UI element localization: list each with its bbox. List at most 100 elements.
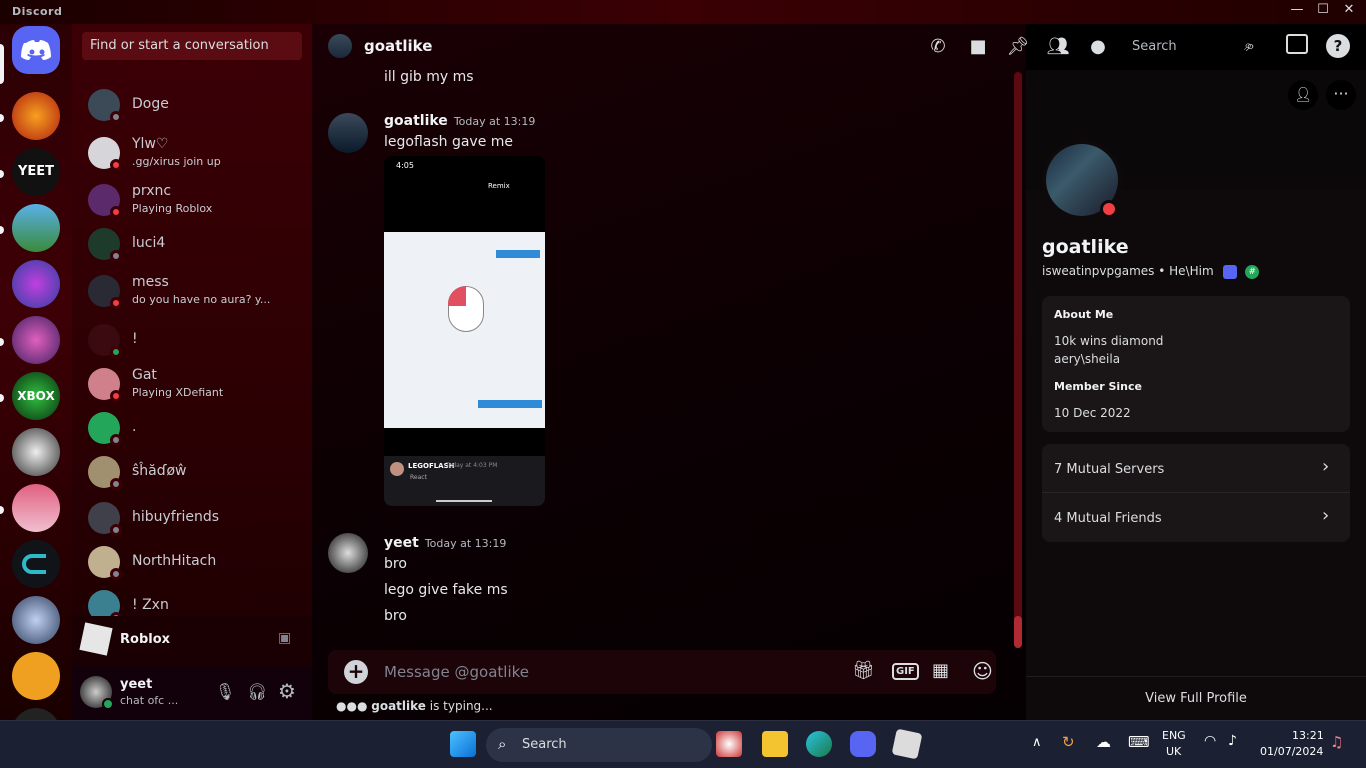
add-attachment-plus-icon[interactable]: + — [344, 660, 368, 684]
wifi-icon[interactable]: ◠ — [1204, 733, 1216, 749]
typing-suffix: is typing... — [429, 699, 493, 713]
roblox-taskbar-icon[interactable] — [891, 728, 923, 760]
message-composer: + Message @goatlike 🎁︎ GIF ▦ ☺ — [328, 650, 996, 694]
server-icon-mask[interactable] — [12, 428, 60, 476]
hashtag-badge-icon[interactable]: # — [1245, 264, 1260, 279]
dm-name: Doge — [132, 96, 169, 112]
dm-item[interactable]: Ylw♡ .gg/xirus join up — [80, 132, 304, 174]
gift-icon[interactable]: 🎁︎ — [852, 660, 875, 681]
server-icon-badge[interactable] — [12, 260, 60, 308]
more-options-icon[interactable]: ··· — [1326, 80, 1356, 110]
server-icon-pinkhouse[interactable] — [12, 484, 60, 532]
dm-item[interactable]: luci4 — [80, 223, 304, 265]
server-icon-emoji[interactable] — [12, 652, 60, 700]
taskbar-search[interactable]: ⌕ Search — [486, 728, 712, 762]
dm-item[interactable]: prxnc Playing Roblox — [80, 179, 304, 221]
status-dnd-icon — [110, 206, 122, 218]
search-icon[interactable]: ⌕ — [1246, 36, 1255, 56]
dm-item[interactable]: hibuyfriends — [80, 497, 304, 539]
chevron-right-icon: › — [1322, 505, 1330, 526]
sync-icon[interactable]: ↻ — [1062, 733, 1075, 751]
mutual-servers-row[interactable]: 7 Mutual Servers › — [1042, 444, 1350, 493]
title-bar: Discord — ☐ ✕ — [0, 0, 1366, 24]
server-icon-kirby[interactable] — [12, 204, 60, 252]
message-author[interactable]: goatlike — [384, 113, 448, 129]
sticker-icon[interactable]: ▦ — [932, 660, 949, 681]
nitro-badge-icon[interactable] — [1223, 264, 1238, 279]
screen-share-icon[interactable]: ▣ — [278, 630, 291, 646]
help-icon[interactable]: ? — [1326, 34, 1350, 58]
dm-item[interactable]: NorthHitach — [80, 541, 304, 583]
chevron-up-icon[interactable]: ∧ — [1032, 735, 1042, 750]
member-since-title: Member Since — [1054, 380, 1142, 393]
server-icon-yeet[interactable]: YEET — [12, 148, 60, 196]
activity-label: Roblox — [120, 632, 171, 647]
unread-pill — [0, 226, 4, 234]
keyboard-icon[interactable]: ⌨ — [1128, 733, 1150, 751]
unread-pill — [0, 170, 4, 178]
view-full-profile-button[interactable]: View Full Profile — [1026, 676, 1366, 720]
settings-gear-icon[interactable]: ⚙ — [278, 679, 296, 703]
home-discord-icon[interactable] — [12, 26, 60, 74]
microphone-icon[interactable]: 🎙︎ — [215, 682, 235, 701]
discord-taskbar-icon[interactable] — [850, 731, 876, 757]
video-call-icon[interactable]: ■ — [966, 36, 990, 58]
clicker-app-icon[interactable] — [716, 731, 742, 757]
dm-item[interactable]: ! — [80, 319, 304, 361]
clock-time[interactable]: 13:21 — [1292, 729, 1324, 742]
image-attachment[interactable]: 4:05 Remix LEGOFLASH Today at 4:03 PM Re… — [384, 156, 545, 506]
phone-time: 4:05 — [396, 161, 414, 170]
dm-name: Gat — [132, 367, 157, 383]
gif-button[interactable]: GIF — [892, 663, 919, 680]
server-icon-fire[interactable] — [12, 92, 60, 140]
message-text: legoflash gave me — [384, 134, 514, 150]
member-since-date: 10 Dec 2022 — [1054, 406, 1131, 420]
add-friends-icon[interactable]: 👥︎ — [1046, 36, 1070, 58]
cloud-icon[interactable]: ☁ — [1096, 733, 1111, 751]
scrollbar-thumb[interactable] — [1014, 616, 1022, 648]
headphones-icon[interactable]: 🎧︎ — [247, 682, 267, 701]
clock-date[interactable]: 01/07/2024 — [1260, 745, 1323, 758]
remix-label: Remix — [488, 182, 510, 190]
language-region[interactable]: UK — [1166, 745, 1181, 758]
dm-item[interactable]: mess do you have no aura? y... — [80, 270, 304, 312]
scrollbar-track[interactable] — [1014, 72, 1022, 648]
close-button[interactable]: ✕ — [1332, 2, 1366, 17]
add-friend-icon[interactable]: 👤︎ — [1288, 80, 1318, 110]
start-windows-icon[interactable] — [450, 731, 476, 757]
mutual-friends-row[interactable]: 4 Mutual Friends › — [1042, 493, 1350, 542]
dm-item[interactable]: ! Zxn — [80, 585, 304, 616]
edge-browser-icon[interactable] — [806, 731, 832, 757]
footer-avatar — [390, 462, 404, 476]
message-avatar[interactable] — [328, 533, 368, 573]
dm-item[interactable]: . — [80, 407, 304, 449]
dm-item[interactable]: Gat Playing XDefiant — [80, 363, 304, 405]
server-icon-voice[interactable] — [12, 596, 60, 644]
chat-area: goatlike ✆ ■ 📌︎ 👥︎ ● Search ⌕ ill gib my… — [312, 24, 1252, 720]
dm-search-input[interactable]: Find or start a conversation — [82, 32, 302, 60]
file-explorer-icon[interactable] — [762, 731, 788, 757]
volume-icon[interactable]: ♪ — [1228, 733, 1237, 749]
pinned-messages-icon[interactable]: 📌︎ — [1006, 36, 1030, 58]
message-avatar[interactable] — [328, 113, 368, 153]
header-avatar — [328, 34, 352, 58]
activity-roblox[interactable]: Roblox ▣ — [72, 616, 312, 666]
server-icon-partial[interactable] — [12, 708, 60, 720]
dm-item[interactable]: Doge — [80, 84, 304, 126]
server-icon-ring[interactable] — [12, 540, 60, 588]
user-profile-toggle-icon[interactable]: ● — [1086, 36, 1110, 58]
dm-name: prxnc — [132, 183, 172, 199]
notification-bell-icon[interactable]: ♫ — [1330, 733, 1343, 751]
inbox-icon[interactable] — [1286, 34, 1308, 54]
unread-pill — [0, 506, 4, 514]
voice-call-icon[interactable]: ✆ — [926, 36, 950, 58]
dm-item[interactable]: ŝĥăɗøŵ — [80, 451, 304, 493]
server-icon-xbox[interactable]: XBOX — [12, 372, 60, 420]
username: yeet — [120, 677, 153, 692]
message-author[interactable]: yeet — [384, 535, 419, 551]
server-icon-pink[interactable] — [12, 316, 60, 364]
status-offline-icon — [110, 250, 122, 262]
language-code[interactable]: ENG — [1162, 729, 1186, 742]
message-input[interactable]: Message @goatlike — [384, 663, 529, 681]
emoji-icon[interactable]: ☺ — [972, 659, 993, 683]
